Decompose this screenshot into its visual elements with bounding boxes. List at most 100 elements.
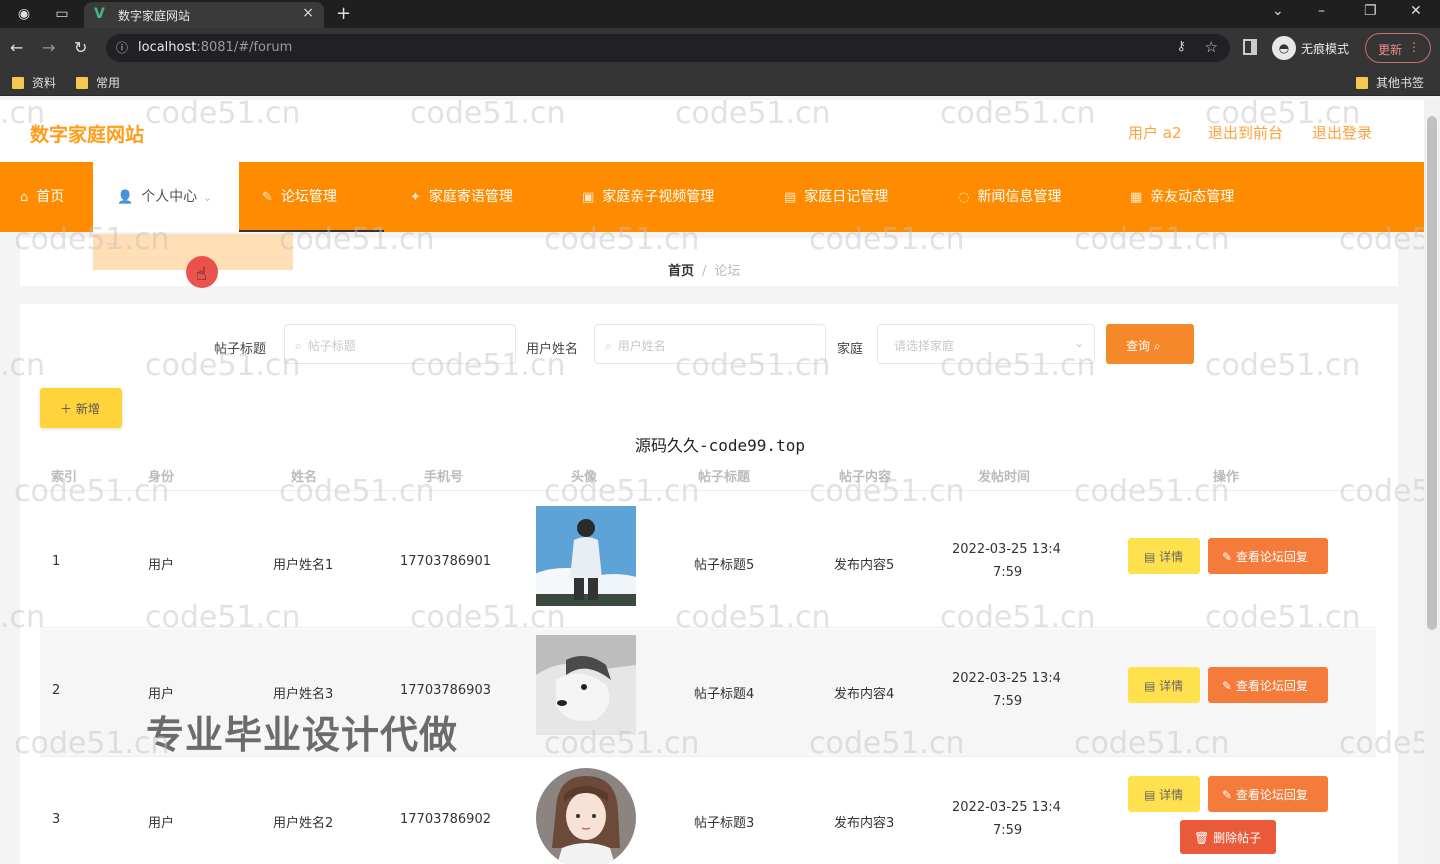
tab-title: 数字家庭网站 [118,9,191,23]
bookmark-folder-2[interactable]: 常用 [76,74,120,91]
header-avatar: 头像 [571,470,598,485]
cell-phone: 17703786903 [400,683,491,698]
cell-post-content: 发布内容3 [834,816,895,831]
address-bar: ← → ↻ ⓘ localhost:8081/#/forum ⚷ ☆ ◓ 无痕模… [0,28,1440,68]
breadcrumb-separator: / [702,264,707,279]
trash-icon: 🗑 [1194,831,1210,845]
forward-icon[interactable]: → [42,38,55,57]
reload-icon[interactable]: ↻ [74,38,87,57]
minimize-icon[interactable]: – [1318,3,1325,19]
view-reply-button[interactable]: ✎ 查看论坛回复 [1208,667,1328,703]
incognito-label: 无痕模式 [1301,42,1350,56]
breadcrumb-current: 论坛 [714,264,741,279]
menu-item-family-diary[interactable]: ▤ 家庭日记管理 [784,162,888,232]
avatar-image [536,506,636,606]
password-key-icon[interactable]: ⚷ [1176,39,1186,54]
url-field[interactable]: ⓘ localhost:8081/#/forum ⚷ ☆ [106,34,1230,62]
back-icon[interactable]: ← [10,38,23,57]
scrollbar-thumb[interactable] [1427,116,1437,630]
ad-overlay-text: 专业毕业设计代做 [146,713,459,757]
menu-underline [239,230,384,232]
header-name: 姓名 [291,470,318,485]
family-select[interactable]: 请选择家庭 ⌄ [877,324,1095,364]
cell-index: 1 [52,554,61,569]
document-icon: ▤ [1144,550,1156,564]
menu-item-family-message[interactable]: ✦ 家庭寄语管理 [410,162,513,232]
incognito-icon[interactable]: ◓ [1272,36,1296,60]
logout-link[interactable]: 退出登录 [1312,122,1372,143]
diary-icon: ▤ [784,190,797,205]
new-tab-icon[interactable]: + [336,3,351,24]
cell-post-title: 帖子标题3 [694,816,755,831]
site-info-icon[interactable]: ⓘ [116,39,128,56]
other-bookmarks[interactable]: 其他书签 [1356,74,1424,91]
cell-role: 用户 [148,687,175,702]
bookmarks-bar: 资料 常用 其他书签 [0,68,1440,96]
query-button[interactable]: 查询 ⌕ [1106,324,1194,364]
window-icon[interactable]: ▭ [54,6,70,22]
menu-item-news[interactable]: ◌ 新闻信息管理 [958,162,1061,232]
title-search-input[interactable]: ⌕ 帖子标题 [284,324,516,364]
cell-post-time-cont: 7:59 [993,823,1023,838]
menu-item-friend-dynamic[interactable]: ▦ 亲友动态管理 [1130,162,1234,232]
cell-post-title: 帖子标题5 [694,558,755,573]
view-reply-button[interactable]: ✎ 查看论坛回复 [1208,776,1328,812]
restore-icon[interactable]: ❐ [1364,3,1377,19]
cell-post-title: 帖子标题4 [694,687,755,702]
header-phone: 手机号 [424,470,464,485]
more-menu-icon[interactable]: ⋮ [1408,40,1420,54]
detail-button[interactable]: ▤ 详情 [1128,776,1200,812]
menu-item-forum[interactable]: ✎ 论坛管理 [262,162,337,232]
header-index: 索引 [51,470,78,485]
menu-item-personal-center[interactable]: 👤 个人中心 ⌄ [93,162,239,232]
message-icon: ✦ [410,190,421,205]
breadcrumb: 首页 / 论坛 [668,260,740,279]
side-panel-icon[interactable] [1243,39,1257,55]
url-text: localhost:8081/#/forum [138,40,293,55]
user-search-input[interactable]: ⌕ 用户姓名 [594,324,826,364]
bookmark-folder-1[interactable]: 资料 [12,74,56,91]
close-tab-icon[interactable]: × [302,5,314,21]
globe-icon[interactable]: ◉ [16,6,32,22]
bookmark-star-icon[interactable]: ☆ [1205,38,1218,56]
view-reply-button[interactable]: ✎ 查看论坛回复 [1208,538,1328,574]
back-to-front-link[interactable]: 退出到前台 [1208,122,1283,143]
page-scrollbar[interactable] [1424,100,1440,864]
avatar-image [536,768,636,864]
browser-tab[interactable]: V 数字家庭网站 × [84,2,324,28]
tab-search-icon[interactable]: ⌄ [1272,3,1284,19]
site-logo[interactable]: 数字家庭网站 [30,120,144,147]
document-icon: ▤ [1144,788,1156,802]
pointer-hand-icon: ☝ [196,264,207,285]
folder-icon [12,77,24,89]
delete-post-button[interactable]: 🗑 删除帖子 [1180,820,1276,854]
cell-role: 用户 [148,816,175,831]
menu-item-family-video[interactable]: ▣ 家庭亲子视频管理 [582,162,714,232]
cell-post-time: 2022-03-25 13:4 [952,542,1061,557]
add-button[interactable]: ＋ 新增 [40,388,122,428]
detail-button[interactable]: ▤ 详情 [1128,667,1200,703]
edit-icon: ✎ [1222,679,1233,693]
search-icon: ⌕ [295,339,302,353]
edit-icon: ✎ [1222,550,1233,564]
browser-tab-strip: ◉ ▭ V 数字家庭网站 × + ⌄ – ❐ ✕ [0,0,1440,28]
breadcrumb-home[interactable]: 首页 [668,264,694,279]
folder-icon [76,77,88,89]
cell-name: 用户姓名1 [273,558,334,573]
chevron-down-icon: ⌄ [203,193,212,204]
header-role: 身份 [148,470,175,485]
content-panel: 帖子标题 ⌕ 帖子标题 用户姓名 ⌕ 用户姓名 家庭 请选择家庭 ⌄ 查询 ⌕ ＋ 新… [20,304,1398,864]
vue-favicon-icon: V [94,6,105,22]
site-header: 数字家庭网站 用户 a2 退出到前台 退出登录 [0,100,1424,162]
table-header-divider [40,490,1376,491]
cell-post-time: 2022-03-25 13:4 [952,800,1061,815]
update-button[interactable]: 更新 ⋮ [1365,33,1431,63]
chevron-down-icon: ⌄ [1073,336,1084,350]
menu-item-home[interactable]: ⌂ 首页 [20,162,64,232]
detail-button[interactable]: ▤ 详情 [1128,538,1200,574]
title-label: 帖子标题 [214,342,267,357]
cell-post-time-cont: 7:59 [993,694,1023,709]
cell-name: 用户姓名3 [273,687,334,702]
close-window-icon[interactable]: ✕ [1410,3,1422,19]
plus-icon: ＋ [60,402,73,416]
